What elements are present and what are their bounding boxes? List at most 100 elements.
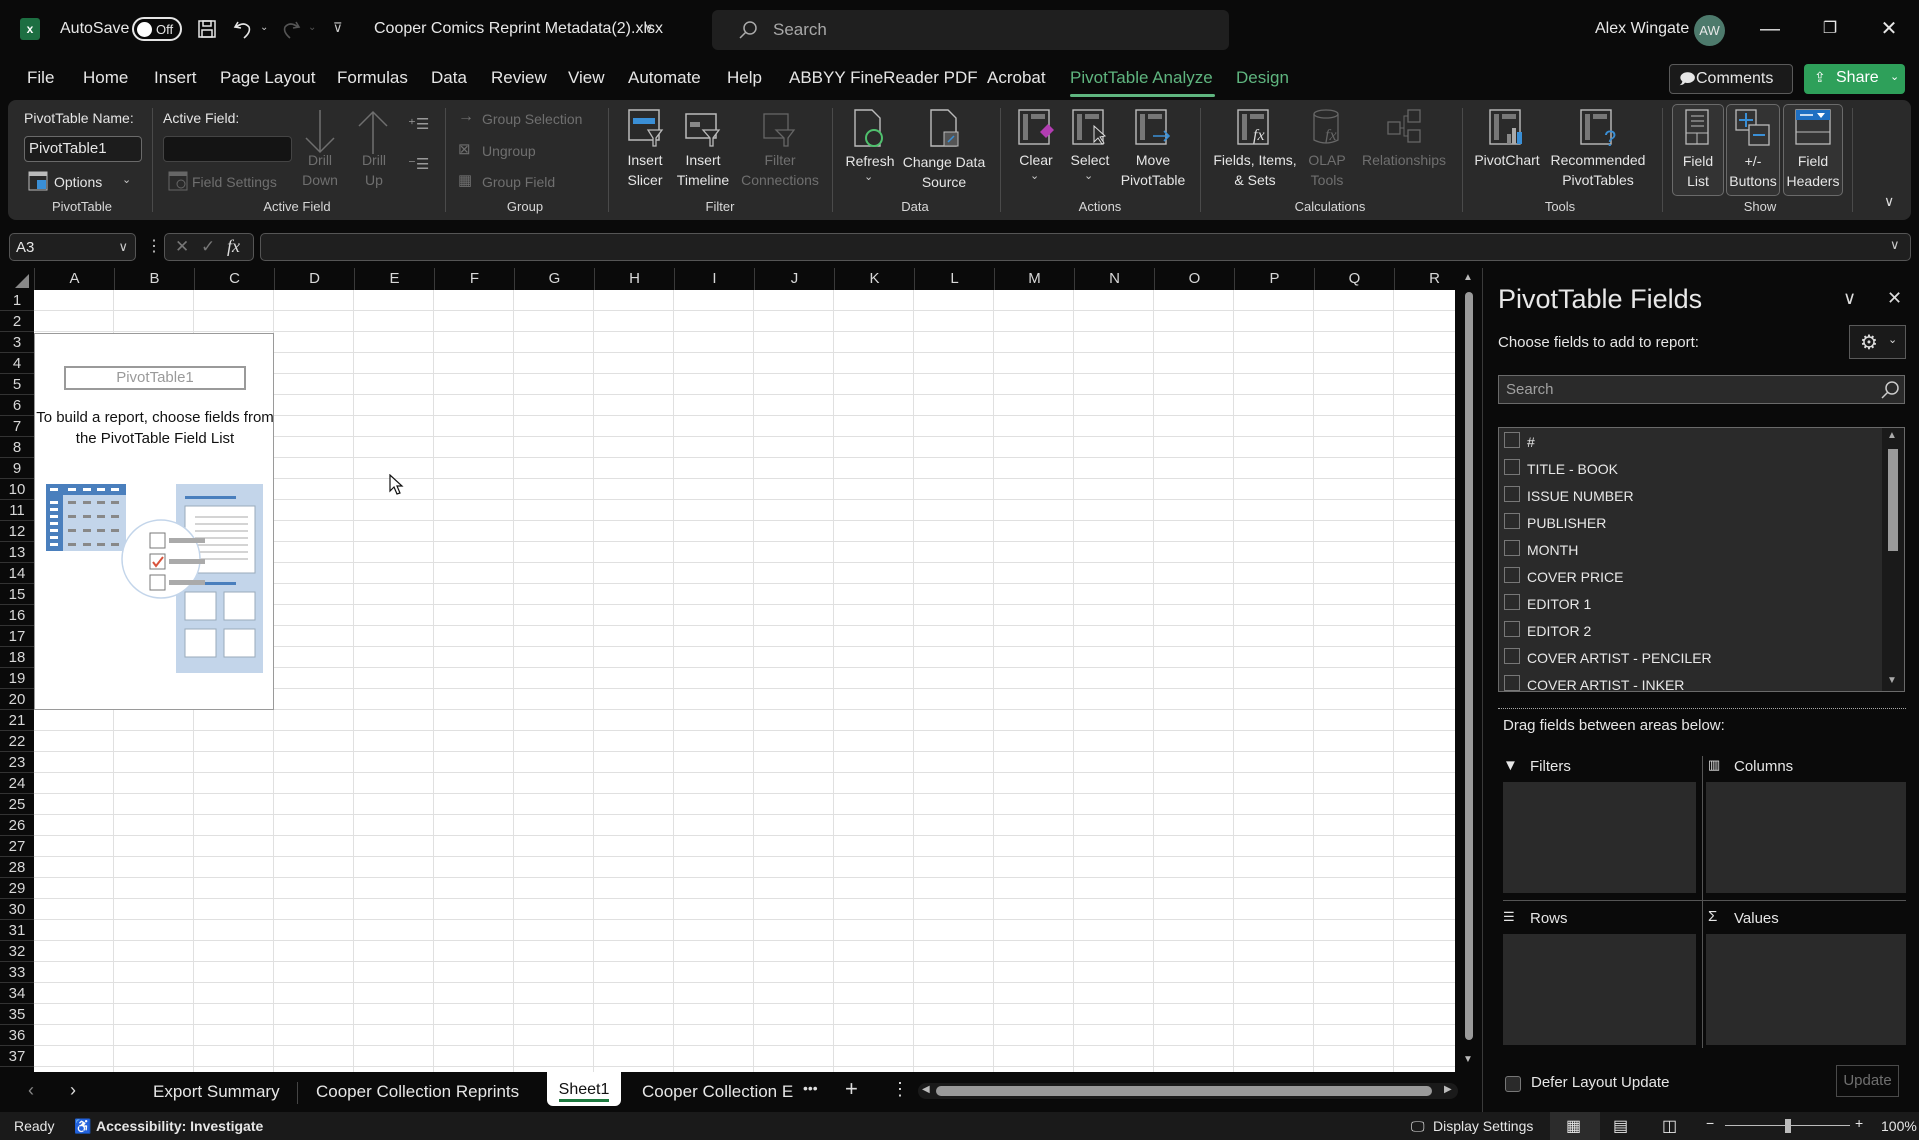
- row-header[interactable]: 8: [0, 437, 34, 458]
- pivottable-name-input[interactable]: PivotTable1: [24, 136, 142, 162]
- field-item[interactable]: #: [1499, 429, 1879, 456]
- field-headers-button[interactable]: Field Headers: [1783, 104, 1843, 196]
- zoom-level[interactable]: 100%: [1881, 1118, 1917, 1134]
- redo-icon[interactable]: [280, 18, 302, 40]
- vertical-scrollbar[interactable]: ▲ ▼: [1460, 268, 1478, 1072]
- row-header[interactable]: 34: [0, 983, 34, 1004]
- pivotchart-button[interactable]: PivotChart: [1470, 106, 1544, 190]
- page-layout-view-icon[interactable]: ▤: [1613, 1116, 1628, 1136]
- field-checkbox[interactable]: [1504, 594, 1520, 610]
- column-header[interactable]: J: [754, 268, 834, 290]
- select-all-button[interactable]: [14, 273, 30, 289]
- field-item[interactable]: EDITOR 1: [1499, 591, 1879, 618]
- field-list-button[interactable]: Field List: [1672, 104, 1724, 196]
- search-input[interactable]: Search: [712, 10, 1229, 50]
- values-drop-area[interactable]: [1706, 934, 1906, 1045]
- pivottable-placeholder[interactable]: PivotTable1 To build a report, choose fi…: [34, 333, 274, 710]
- horizontal-scroll-thumb[interactable]: [936, 1086, 1432, 1096]
- row-header[interactable]: 6: [0, 395, 34, 416]
- row-header[interactable]: 7: [0, 416, 34, 437]
- save-icon[interactable]: [197, 19, 217, 39]
- field-checkbox[interactable]: [1504, 648, 1520, 664]
- column-header[interactable]: N: [1074, 268, 1154, 290]
- field-item[interactable]: MONTH: [1499, 537, 1879, 564]
- field-item[interactable]: EDITOR 2: [1499, 618, 1879, 645]
- sheet-tab-export-summary[interactable]: Export Summary: [153, 1082, 280, 1102]
- field-checkbox[interactable]: [1504, 621, 1520, 637]
- change-data-source-button[interactable]: Change Data Source: [900, 106, 988, 190]
- row-header[interactable]: 5: [0, 374, 34, 395]
- next-sheet-icon[interactable]: ›: [70, 1080, 76, 1101]
- row-header[interactable]: 28: [0, 857, 34, 878]
- field-item[interactable]: COVER ARTIST - INKER: [1499, 672, 1879, 691]
- column-header[interactable]: L: [914, 268, 994, 290]
- close-window-icon[interactable]: ✕: [1869, 14, 1909, 44]
- tab-formulas[interactable]: Formulas: [337, 68, 408, 88]
- minimize-icon[interactable]: —: [1750, 14, 1790, 44]
- row-header[interactable]: 35: [0, 1004, 34, 1025]
- row-header[interactable]: 17: [0, 626, 34, 647]
- sheet-tab-cooper-collection-reprints[interactable]: Cooper Collection Reprints: [316, 1082, 519, 1102]
- row-header[interactable]: 20: [0, 689, 34, 710]
- field-list-scrollbar[interactable]: ▲ ▼: [1882, 428, 1904, 691]
- tab-page-layout[interactable]: Page Layout: [220, 68, 315, 88]
- formula-bar-grip-icon[interactable]: ⋮: [146, 236, 162, 256]
- row-header[interactable]: 25: [0, 794, 34, 815]
- row-header[interactable]: 11: [0, 500, 34, 521]
- field-item[interactable]: TITLE - BOOK: [1499, 456, 1879, 483]
- row-header[interactable]: 16: [0, 605, 34, 626]
- column-header[interactable]: K: [834, 268, 914, 290]
- row-header[interactable]: 30: [0, 899, 34, 920]
- row-header[interactable]: 12: [0, 521, 34, 542]
- clear-button[interactable]: Clear ⌄: [1012, 106, 1060, 190]
- active-field-input[interactable]: [163, 136, 292, 162]
- autosave-toggle[interactable]: Off: [132, 17, 182, 41]
- tab-file[interactable]: File: [27, 68, 54, 88]
- tab-help[interactable]: Help: [727, 68, 762, 88]
- accessibility-status[interactable]: Accessibility: Investigate: [96, 1118, 263, 1134]
- tab-bar-options-icon[interactable]: ⋮: [891, 1079, 909, 1100]
- row-header[interactable]: 9: [0, 458, 34, 479]
- add-sheet-icon[interactable]: +: [845, 1076, 858, 1102]
- row-header[interactable]: 31: [0, 920, 34, 941]
- normal-view-button[interactable]: ▦: [1550, 1112, 1600, 1140]
- sheet-tab-cooper-collection-e[interactable]: Cooper Collection E: [642, 1082, 794, 1102]
- field-checkbox[interactable]: [1504, 513, 1520, 529]
- vertical-scroll-thumb[interactable]: [1465, 292, 1473, 1040]
- scroll-right-icon[interactable]: ▶: [1444, 1084, 1452, 1095]
- field-checkbox[interactable]: [1504, 459, 1520, 475]
- zoom-slider[interactable]: [1725, 1119, 1850, 1133]
- insert-function-icon[interactable]: fx: [227, 236, 240, 257]
- avatar[interactable]: AW: [1694, 15, 1725, 46]
- plus-minus-buttons-button[interactable]: +/- Buttons: [1726, 104, 1780, 196]
- row-header[interactable]: 13: [0, 542, 34, 563]
- scroll-down-icon[interactable]: ▼: [1463, 1054, 1473, 1065]
- row-header[interactable]: 22: [0, 731, 34, 752]
- insert-timeline-button[interactable]: Insert Timeline: [672, 106, 734, 190]
- restore-icon[interactable]: ❐: [1810, 14, 1850, 44]
- row-header[interactable]: 14: [0, 563, 34, 584]
- column-header[interactable]: G: [514, 268, 594, 290]
- undo-icon[interactable]: [232, 18, 254, 40]
- tab-view[interactable]: View: [568, 68, 605, 88]
- tab-automate[interactable]: Automate: [628, 68, 701, 88]
- row-header[interactable]: 37: [0, 1046, 34, 1067]
- tab-insert[interactable]: Insert: [154, 68, 197, 88]
- row-header[interactable]: 21: [0, 710, 34, 731]
- column-header[interactable]: E: [354, 268, 434, 290]
- select-button[interactable]: Select ⌄: [1066, 106, 1114, 190]
- row-header[interactable]: 24: [0, 773, 34, 794]
- rows-drop-area[interactable]: [1503, 934, 1696, 1045]
- close-pane-icon[interactable]: ✕: [1887, 288, 1902, 309]
- field-item[interactable]: ISSUE NUMBER: [1499, 483, 1879, 510]
- collapse-ribbon-icon[interactable]: ∨: [1884, 193, 1894, 210]
- file-name[interactable]: Cooper Comics Reprint Metadata(2).xlsx: [374, 20, 663, 38]
- share-button[interactable]: ⇪ Share ⌄: [1804, 64, 1905, 94]
- refresh-button[interactable]: Refresh ⌄: [842, 106, 898, 190]
- comments-button[interactable]: 🗩 Comments: [1669, 64, 1793, 94]
- field-checkbox[interactable]: [1504, 432, 1520, 448]
- options-button[interactable]: Options ⌄: [28, 170, 138, 194]
- row-header[interactable]: 15: [0, 584, 34, 605]
- row-header[interactable]: 33: [0, 962, 34, 983]
- column-header[interactable]: P: [1234, 268, 1314, 290]
